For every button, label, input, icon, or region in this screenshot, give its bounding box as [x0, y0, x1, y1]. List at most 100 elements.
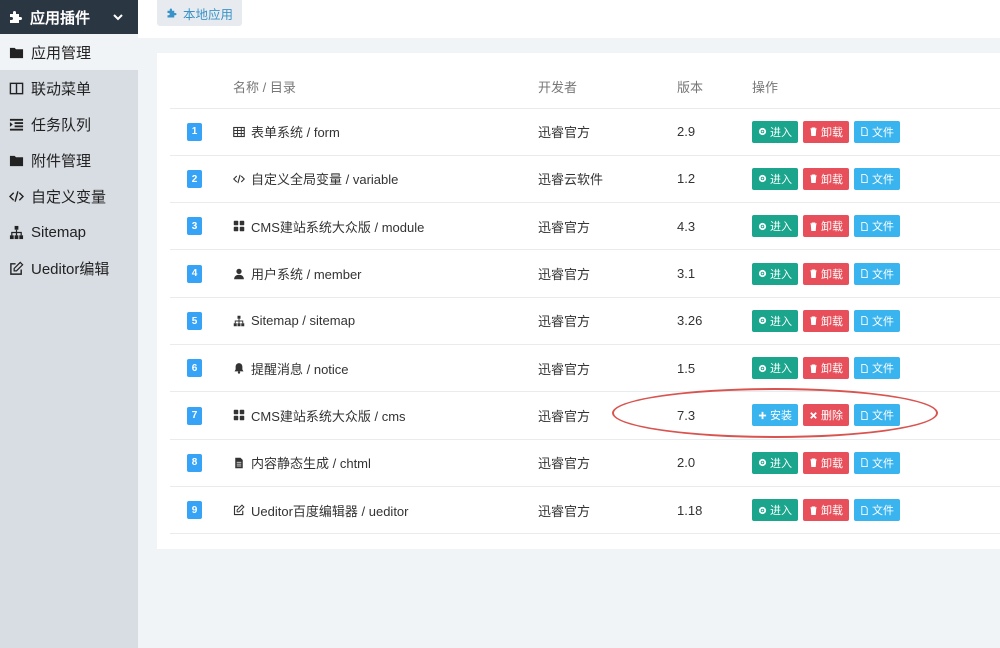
files-button-label: 文件 — [872, 221, 894, 234]
cell-developer: 迅睿官方 — [538, 202, 677, 251]
folder-icon — [8, 152, 24, 168]
files-button[interactable]: 文件 — [854, 262, 900, 285]
install-button[interactable]: 安装 — [752, 404, 798, 427]
trash-icon — [809, 505, 821, 515]
sidebar-header[interactable]: 应用插件 — [0, 0, 138, 34]
cell-index: 4 — [170, 249, 233, 298]
index-badge: 5 — [187, 312, 202, 331]
sidebar-item-label: Sitemap — [31, 223, 87, 241]
uninstall-button-label: 卸载 — [821, 363, 843, 376]
enter-button-label: 进入 — [770, 268, 792, 281]
cell-actions: 进入 卸载 文件 — [752, 344, 1000, 393]
sidebar-item-label: 任务队列 — [31, 116, 92, 134]
files-button[interactable]: 文件 — [854, 451, 900, 474]
enter-button[interactable]: 进入 — [752, 120, 798, 143]
sidebar-header-label: 应用插件 — [30, 9, 91, 27]
trash-icon — [809, 174, 821, 184]
files-button[interactable]: 文件 — [854, 309, 900, 332]
files-button[interactable]: 文件 — [854, 120, 900, 143]
cell-actions: 安装 删除 文件 — [752, 391, 1000, 440]
enter-button[interactable]: 进入 — [752, 499, 798, 522]
sidebar-item-linkage-menu[interactable]: 联动菜单 — [0, 70, 138, 106]
sidebar-item-custom-variables[interactable]: 自定义变量 — [0, 178, 138, 214]
enter-button[interactable]: 进入 — [752, 451, 798, 474]
enter-button[interactable]: 进入 — [752, 357, 798, 380]
uninstall-button-label: 卸载 — [821, 268, 843, 281]
gear-icon — [758, 174, 770, 183]
gear-icon — [758, 364, 770, 373]
index-badge: 3 — [187, 217, 202, 236]
cell-developer: 迅睿官方 — [538, 486, 677, 535]
times-icon — [809, 411, 821, 420]
sidebar-item-task-queue[interactable]: 任务队列 — [0, 106, 138, 142]
uninstall-button-label: 卸载 — [821, 315, 843, 328]
app-name: 用户系统 / member — [251, 267, 362, 283]
cell-name: 表单系统 / form — [233, 108, 538, 156]
header-name: 名称 / 目录 — [233, 66, 538, 109]
files-button[interactable]: 文件 — [854, 357, 900, 380]
table-row: 2 自定义全局变量 / variable 迅睿云软件 1.2 进入 卸载 文件 — [170, 155, 1000, 204]
trash-icon — [809, 222, 821, 231]
sidebar-item-sitemap[interactable]: Sitemap — [0, 214, 138, 250]
table-row: 5 Sitemap / sitemap 迅睿官方 3.26 进入 卸载 文件 — [170, 297, 1000, 345]
table-icon — [233, 125, 246, 138]
cell-version: 7.3 — [677, 391, 752, 440]
enter-button[interactable]: 进入 — [752, 262, 798, 285]
uninstall-button[interactable]: 卸载 — [803, 451, 849, 474]
files-button[interactable]: 文件 — [854, 404, 900, 427]
file-outline-icon — [860, 127, 872, 137]
table-row: 7 CMS建站系统大众版 / cms 迅睿官方 7.3 安装 删除 文件 — [170, 391, 1000, 440]
table-row: 8 内容静态生成 / chtml 迅睿官方 2.0 进入 卸载 文件 — [170, 439, 1000, 487]
delete-button[interactable]: 删除 — [803, 404, 849, 427]
puzzle-icon — [167, 8, 177, 18]
uninstall-button-label: 卸载 — [821, 126, 843, 139]
uninstall-button[interactable]: 卸载 — [803, 309, 849, 332]
sidebar-item-label: 附件管理 — [31, 152, 92, 170]
files-button[interactable]: 文件 — [854, 499, 900, 522]
index-badge: 9 — [187, 501, 202, 520]
uninstall-button[interactable]: 卸载 — [803, 262, 849, 285]
uninstall-button[interactable]: 卸载 — [803, 357, 849, 380]
uninstall-button-label: 卸载 — [821, 505, 843, 518]
app-name: Ueditor百度编辑器 / ueditor — [251, 503, 409, 519]
uninstall-button[interactable]: 卸载 — [803, 120, 849, 143]
enter-button[interactable]: 进入 — [752, 215, 798, 238]
uninstall-button[interactable]: 卸载 — [803, 215, 849, 238]
header-developer: 开发者 — [538, 66, 677, 109]
cell-index: 2 — [170, 155, 233, 204]
file-outline-icon — [860, 410, 872, 420]
file-outline-icon — [860, 458, 872, 468]
enter-button-label: 进入 — [770, 363, 792, 376]
cell-version: 3.1 — [677, 249, 752, 298]
sitemap-icon — [8, 224, 24, 240]
files-button[interactable]: 文件 — [854, 215, 900, 238]
app-name: 自定义全局变量 / variable — [251, 172, 399, 188]
enter-button[interactable]: 进入 — [752, 309, 798, 332]
tab-local-apps[interactable]: 本地应用 — [157, 0, 243, 26]
cell-index: 8 — [170, 439, 233, 487]
files-button-label: 文件 — [872, 173, 894, 186]
cell-developer: 迅睿云软件 — [538, 155, 677, 204]
cell-developer: 迅睿官方 — [538, 391, 677, 440]
enter-button[interactable]: 进入 — [752, 167, 798, 190]
cell-name: CMS建站系统大众版 / cms — [233, 391, 538, 440]
indent-icon — [8, 116, 24, 132]
cell-version: 4.3 — [677, 202, 752, 251]
sidebar-item-attachments[interactable]: 附件管理 — [0, 142, 138, 178]
sidebar-item-label: Ueditor编辑 — [31, 260, 110, 278]
cell-index: 1 — [170, 108, 233, 156]
uninstall-button[interactable]: 卸载 — [803, 499, 849, 522]
sidebar-item-ueditor[interactable]: Ueditor编辑 — [0, 250, 138, 286]
index-badge: 6 — [187, 359, 202, 378]
uninstall-button[interactable]: 卸载 — [803, 167, 849, 190]
trash-icon — [809, 269, 821, 279]
gear-icon — [758, 269, 770, 278]
cell-name: Ueditor百度编辑器 / ueditor — [233, 486, 538, 535]
gear-icon — [758, 316, 770, 325]
files-button[interactable]: 文件 — [854, 167, 900, 190]
trash-icon — [809, 458, 821, 468]
cell-actions: 进入 卸载 文件 — [752, 155, 1000, 204]
header-index — [170, 66, 233, 109]
sidebar-item-app-management[interactable]: 应用管理 — [0, 34, 138, 70]
grid-icon — [233, 220, 246, 233]
